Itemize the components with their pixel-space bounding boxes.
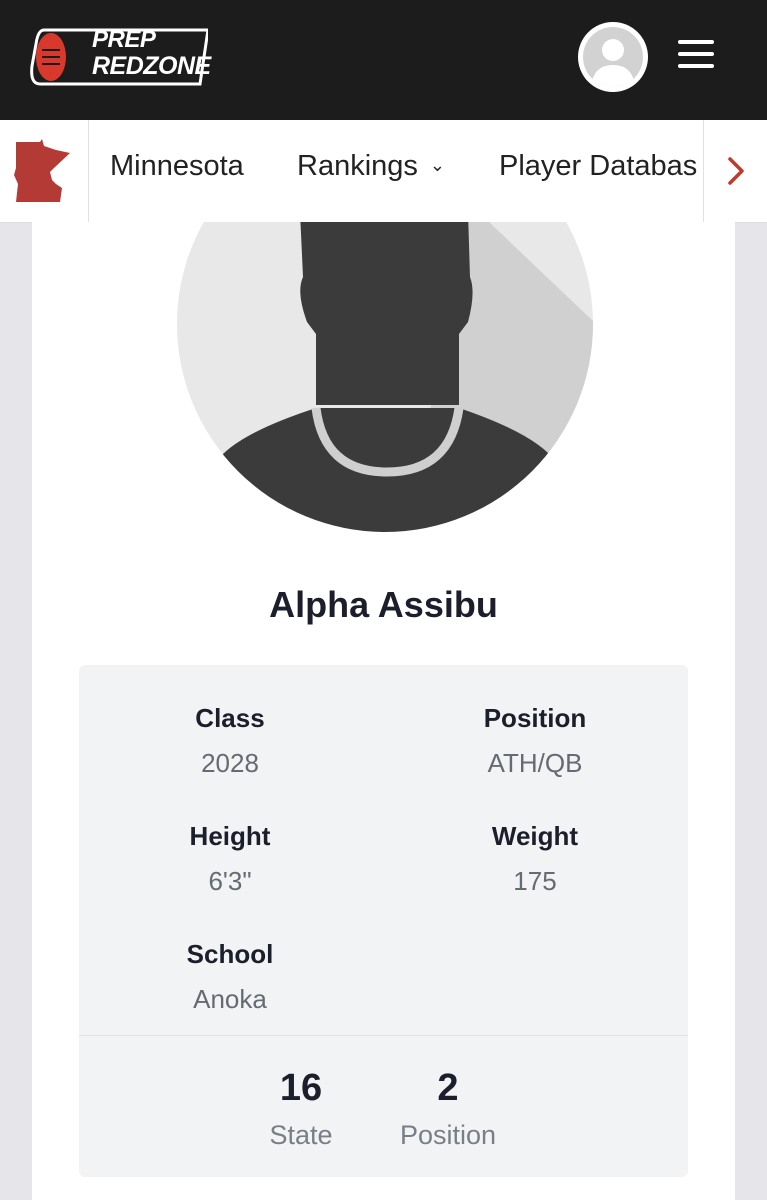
state-nav-bar: Minnesota Rankings ⌄ Player Databas [0,120,767,223]
logo-line-1: PREP [92,26,156,53]
rank-position[interactable]: 2 Position [368,1067,528,1151]
player-photo-placeholder [177,222,593,532]
nav-player-database[interactable]: Player Databas [499,150,703,183]
stat-value: Anoka [193,984,267,1014]
chevron-right-icon [728,157,744,185]
rank-number: 16 [279,1067,323,1109]
rank-number: 2 [437,1067,459,1109]
player-name: Alpha Assibu [269,584,498,625]
prep-redzone-logo[interactable]: PREP REDZONE [30,26,211,88]
stat-value: ATH/QB [487,748,583,778]
minnesota-state-icon[interactable] [0,120,89,222]
stat-weight: Weight 175 [385,821,685,897]
nav-minnesota[interactable]: Minnesota [110,150,244,183]
nav-rankings[interactable]: Rankings ⌄ [297,150,445,183]
stat-position: Position ATH/QB [385,703,685,779]
nav-rankings-label: Rankings [297,150,418,182]
stat-label: Weight [491,821,579,851]
stat-value: 6'3" [208,866,252,896]
stat-label: Height [189,821,271,851]
user-avatar[interactable] [578,22,648,92]
rank-label: State [269,1120,333,1150]
player-stats-box: Class 2028 Position ATH/QB Height 6'3" W… [79,665,688,1177]
player-profile-card: Alpha Assibu Class 2028 Position ATH/QB … [32,222,735,1200]
stat-value: 2028 [201,748,259,778]
stat-label: Position [483,703,587,733]
logo-text: PREP REDZONE [92,26,211,80]
rank-label: Position [399,1120,497,1150]
stat-label: Class [195,703,265,733]
nav-scroll-right-button[interactable] [703,120,767,222]
stat-class: Class 2028 [80,703,380,779]
chevron-down-icon: ⌄ [429,155,445,175]
rank-state[interactable]: 16 State [221,1067,381,1151]
hamburger-menu-icon[interactable] [676,40,718,74]
stat-school: School Anoka [80,939,380,1015]
top-header: PREP REDZONE [0,0,767,120]
stat-value: 175 [513,866,557,896]
stat-height: Height 6'3" [80,821,380,897]
logo-line-2: REDZONE [92,52,211,80]
divider [79,1035,688,1036]
user-silhouette-icon [583,27,643,87]
stat-label: School [186,939,274,969]
